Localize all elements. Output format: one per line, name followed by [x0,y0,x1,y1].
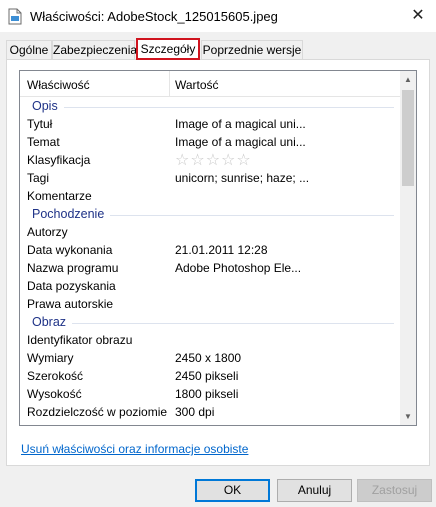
property-name: Wysokość [27,387,82,401]
tab-strip: Ogólne Zabezpieczenia Szczegóły Poprzedn… [6,38,430,60]
title-bar: Właściwości: AdobeStock_125015605.jpeg ✕ [0,0,436,32]
property-value: Image of a magical uni... [175,117,306,131]
list-item[interactable]: Tagi unicorn; sunrise; haze; ... [20,169,402,187]
close-button[interactable]: ✕ [400,0,436,30]
column-header-property[interactable]: Właściwość [27,78,90,92]
apply-button[interactable]: Zastosuj [357,479,432,502]
column-header-value[interactable]: Wartość [175,78,219,92]
group-label: Opis [32,99,64,113]
property-value: 1800 pikseli [175,387,239,401]
list-item[interactable]: Data pozyskania [20,277,402,295]
property-name: Klasyfikacja [27,153,91,167]
property-name: Rozdzielczość w poziomie [27,405,168,419]
property-value: 2450 pikseli [175,369,239,383]
ok-button[interactable]: OK [195,479,270,502]
list-item[interactable]: Prawa autorskie [20,295,402,313]
property-name: Wymiary [27,351,74,365]
list-header: Właściwość Wartość [20,71,402,97]
tab-security[interactable]: Zabezpieczenia [52,40,137,60]
property-value: 2450 x 1800 [175,351,242,365]
property-name: Data pozyskania [27,279,116,293]
list-item[interactable]: Nazwa programu Adobe Photoshop Ele... [20,259,402,277]
list-item[interactable]: Rozdzielczość w poziomie 300 dpi [20,403,402,421]
list-item[interactable]: Komentarze [20,187,402,205]
group-divider [32,107,394,108]
property-name: Identyfikator obrazu [27,333,133,347]
close-icon: ✕ [411,7,425,24]
property-name: Tytuł [27,117,53,131]
tab-general[interactable]: Ogólne [6,40,52,60]
cancel-button[interactable]: Anuluj [277,479,352,502]
properties-list[interactable]: Właściwość Wartość Opis Tytuł Image of a… [19,70,417,426]
list-rows: Opis Tytuł Image of a magical uni... Tem… [20,97,402,421]
scroll-up-icon[interactable]: ▲ [400,71,416,88]
column-separator[interactable] [169,71,170,97]
property-name: Nazwa programu [27,261,119,275]
list-item[interactable]: Wysokość 1800 pikseli [20,385,402,403]
property-name: Temat [27,135,60,149]
property-value: Adobe Photoshop Ele... [175,261,302,275]
list-item[interactable]: Identyfikator obrazu [20,331,402,349]
file-icon [8,8,22,25]
vertical-scrollbar[interactable]: ▲ ▼ [400,71,416,425]
property-value: unicorn; sunrise; haze; ... [175,171,310,185]
property-value: 300 dpi [175,405,215,419]
list-item[interactable]: Tytuł Image of a magical uni... [20,115,402,133]
group-header-image: Obraz [20,313,402,331]
group-divider [32,323,394,324]
list-item[interactable]: Autorzy [20,223,402,241]
scroll-down-icon[interactable]: ▼ [400,408,416,425]
property-name: Prawa autorskie [27,297,114,311]
property-value: 21.01.2011 12:28 [175,243,268,257]
scrollbar-thumb[interactable] [402,90,414,186]
list-item[interactable]: Klasyfikacja ☆☆☆☆☆ [20,151,402,169]
list-item[interactable]: Wymiary 2450 x 1800 [20,349,402,367]
group-header-description: Opis [20,97,402,115]
property-value: Image of a magical uni... [175,135,306,149]
property-name: Autorzy [27,225,68,239]
list-item[interactable]: Szerokość 2450 pikseli [20,367,402,385]
property-name: Komentarze [27,189,92,203]
group-header-origin: Pochodzenie [20,205,402,223]
property-name: Data wykonania [27,243,113,257]
window-title: Właściwości: AdobeStock_125015605.jpeg [30,9,278,24]
property-name: Szerokość [27,369,84,383]
details-panel: Właściwość Wartość Opis Tytuł Image of a… [6,59,430,466]
tab-details[interactable]: Szczegóły [136,38,200,60]
group-label: Pochodzenie [32,207,111,221]
list-item[interactable]: Temat Image of a magical uni... [20,133,402,151]
rating-stars[interactable]: ☆☆☆☆☆ [175,150,252,170]
tab-previous-versions[interactable]: Poprzednie wersje [201,40,303,60]
list-item[interactable]: Data wykonania 21.01.2011 12:28 [20,241,402,259]
remove-properties-link[interactable]: Usuń właściwości oraz informacje osobist… [21,442,248,456]
property-name: Tagi [27,171,50,185]
group-label: Obraz [32,315,73,329]
